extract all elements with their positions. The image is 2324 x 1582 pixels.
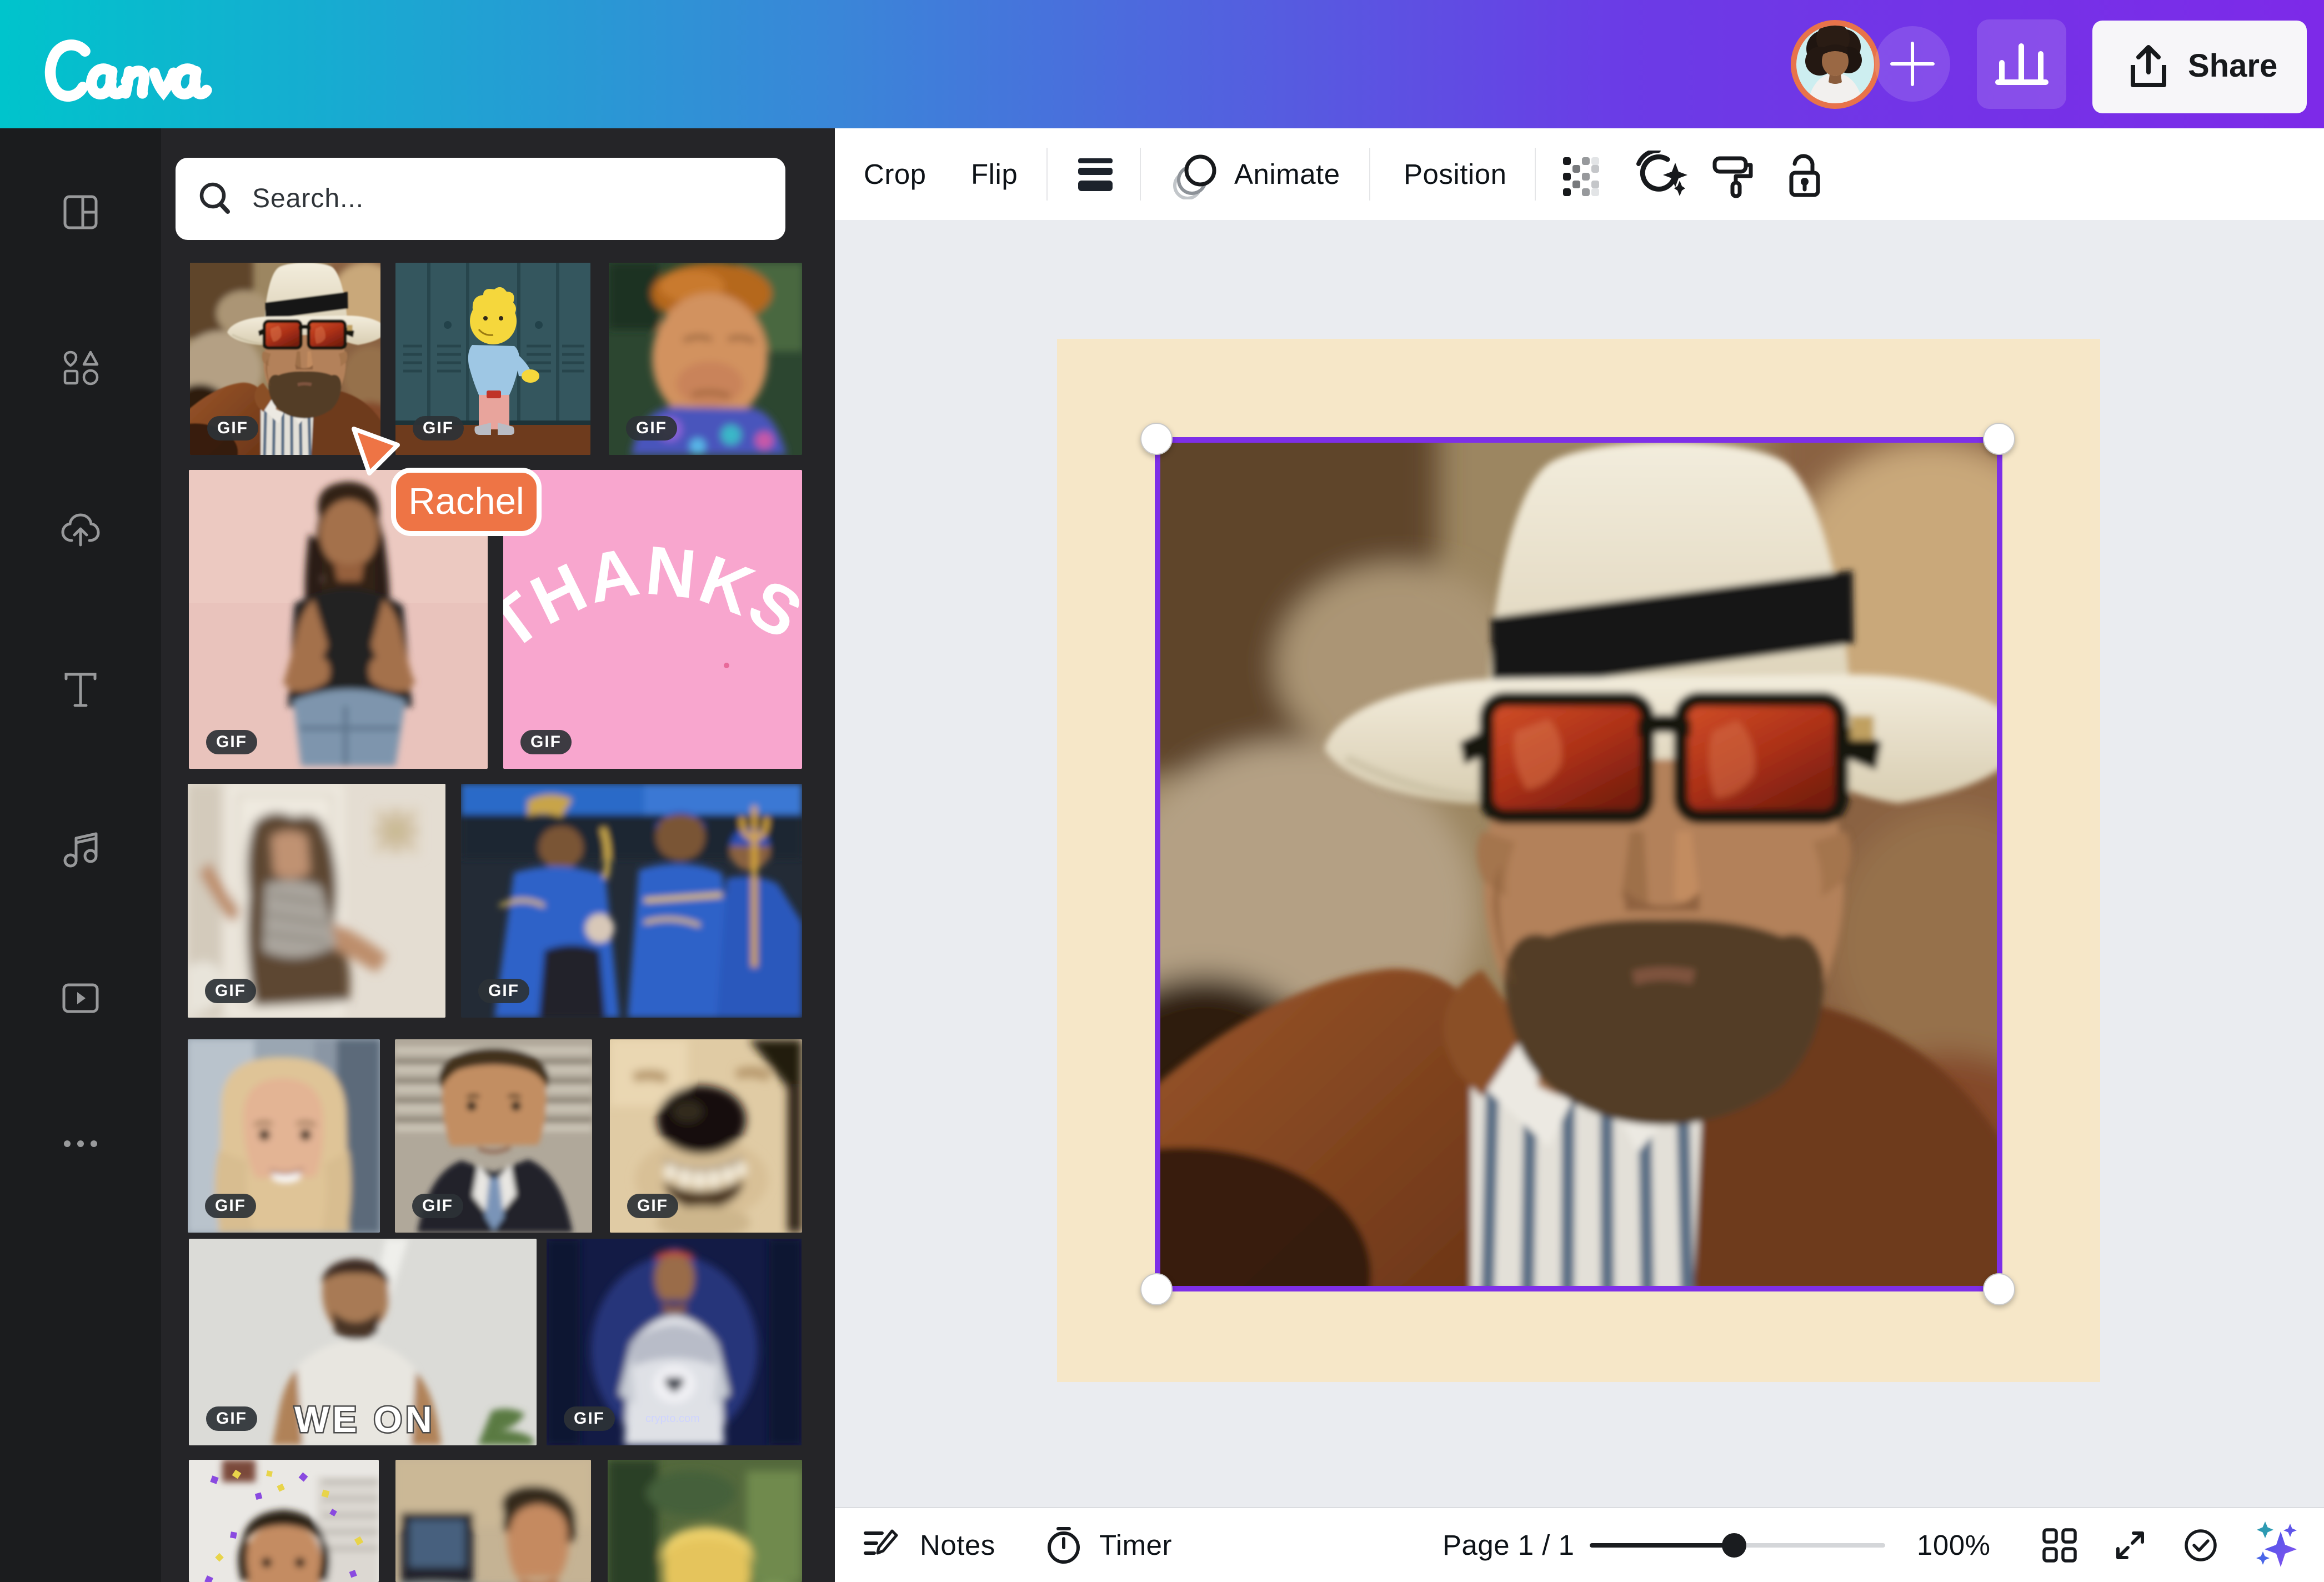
svg-text:WE ON: WE ON xyxy=(294,1399,435,1440)
svg-text:crypto.com: crypto.com xyxy=(645,1413,700,1425)
